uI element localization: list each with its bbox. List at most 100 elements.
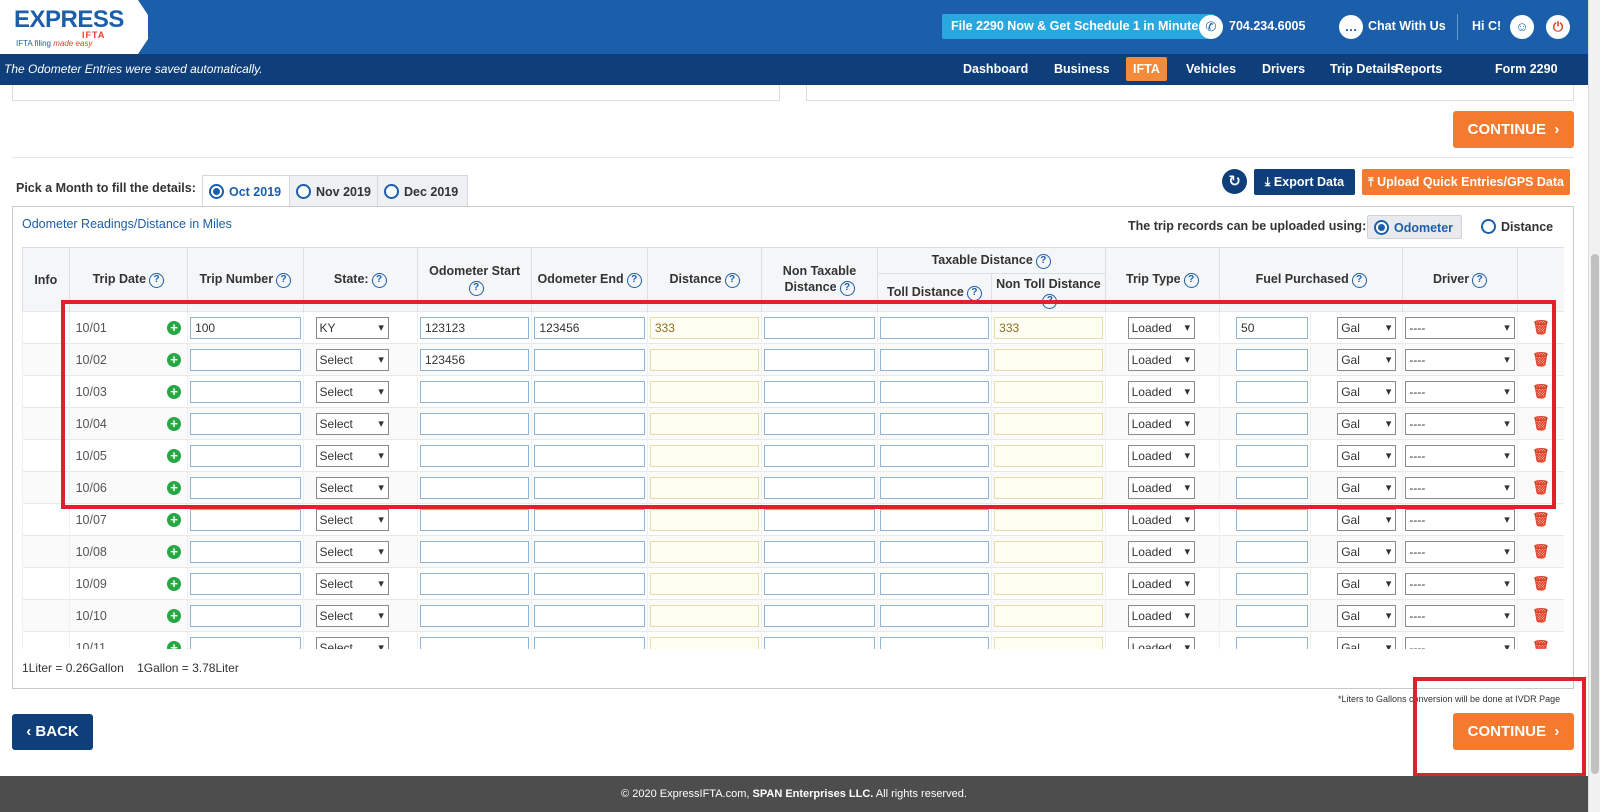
help-icon[interactable]: ? [966,286,982,301]
help-icon[interactable]: ? [1472,273,1488,288]
trip-number-input[interactable] [190,636,301,649]
odometer-end-input[interactable] [534,540,645,563]
nav-reports[interactable]: Reports [1388,57,1449,81]
odometer-end-input[interactable] [534,604,645,627]
trip-number-input[interactable] [190,444,301,467]
state-select[interactable]: Select [315,412,389,435]
odometer-end-input[interactable] [534,636,645,649]
trip-number-input[interactable] [190,476,301,499]
trip-number-input[interactable] [190,348,301,371]
fuel-unit-select[interactable]: Gal [1337,348,1397,371]
trip-type-select[interactable]: Loaded [1127,476,1196,499]
non-taxable-input[interactable] [764,444,875,467]
delete-trip-icon[interactable]: 🗑 [1516,503,1564,536]
non-toll-distance-input[interactable] [994,476,1103,499]
fuel-unit-select[interactable]: Gal [1337,316,1397,339]
distance-input[interactable] [649,572,760,595]
fuel-purchased-input[interactable] [1236,572,1309,595]
odometer-start-input[interactable] [419,412,530,435]
odometer-end-input[interactable] [534,444,645,467]
odometer-start-input[interactable] [419,636,530,649]
upload-quick-entries-button[interactable]: ⤒ Upload Quick Entries/GPS Data [1362,169,1570,195]
scrollbar-thumb[interactable] [1591,254,1599,774]
mode-odometer-radio[interactable]: Odometer [1367,215,1463,239]
driver-select[interactable]: ---- [1405,412,1515,435]
non-taxable-input[interactable] [764,604,875,627]
trip-table-scroll[interactable]: Info Trip Date? Trip Number? State:? Odo… [22,247,1564,649]
trip-type-select[interactable]: Loaded [1127,316,1196,339]
fuel-purchased-input[interactable] [1236,412,1309,435]
fuel-purchased-input[interactable] [1236,380,1309,403]
state-select[interactable]: Select [315,636,389,649]
toll-distance-input[interactable] [879,380,990,403]
non-toll-distance-input[interactable] [994,380,1103,403]
add-trip-icon[interactable]: + [167,480,182,495]
help-icon[interactable]: ? [1351,273,1367,288]
non-toll-distance-input[interactable] [994,412,1103,435]
odometer-end-input[interactable] [534,348,645,371]
distance-input[interactable] [649,604,760,627]
tab-dec-2019[interactable]: Dec 2019 [377,175,469,207]
trip-number-input[interactable] [190,604,301,627]
toll-distance-input[interactable] [879,412,990,435]
non-toll-distance-input[interactable] [994,348,1103,371]
add-trip-icon[interactable]: + [167,352,182,367]
non-toll-distance-input[interactable] [994,444,1103,467]
delete-trip-icon[interactable]: 🗑 [1516,343,1564,376]
odometer-start-input[interactable] [419,508,530,531]
trip-type-select[interactable]: Loaded [1127,444,1196,467]
distance-input[interactable] [649,412,760,435]
distance-input[interactable] [649,540,760,563]
fuel-purchased-input[interactable] [1236,444,1309,467]
state-select[interactable]: Select [315,444,389,467]
fuel-purchased-input[interactable] [1236,476,1309,499]
driver-select[interactable]: ---- [1405,316,1515,339]
add-trip-icon[interactable]: + [167,608,182,623]
non-taxable-input[interactable] [764,412,875,435]
distance-input[interactable]: 333 [649,316,760,339]
toll-distance-input[interactable] [879,508,990,531]
driver-select[interactable]: ---- [1405,380,1515,403]
expressifta-logo[interactable]: EXPRESS IFTA IFTA filing made easy [0,0,148,54]
odometer-end-input[interactable] [534,508,645,531]
add-trip-icon[interactable]: + [167,448,182,463]
non-toll-distance-input[interactable] [994,604,1103,627]
state-select[interactable]: Select [315,572,389,595]
trip-type-select[interactable]: Loaded [1127,380,1196,403]
delete-trip-icon[interactable]: 🗑 [1516,407,1564,440]
trip-number-input[interactable]: 100 [190,316,301,339]
state-select[interactable]: Select [315,476,389,499]
state-select[interactable]: Select [315,540,389,563]
add-trip-icon[interactable]: + [167,544,182,559]
non-taxable-input[interactable] [764,636,875,649]
phone-number[interactable]: 704.234.6005 [1229,19,1305,33]
toll-distance-input[interactable] [879,444,990,467]
odometer-start-input[interactable] [419,572,530,595]
power-logout-icon[interactable]: ⏻ [1546,15,1570,39]
trip-number-input[interactable] [190,540,301,563]
add-trip-icon[interactable]: + [167,576,182,591]
fuel-purchased-input[interactable] [1236,636,1309,649]
odometer-end-input[interactable]: 123456 [534,316,645,339]
non-taxable-input[interactable] [764,508,875,531]
export-data-button[interactable]: ⤓ Export Data [1254,169,1355,195]
non-taxable-input[interactable] [764,476,875,499]
nav-business[interactable]: Business [1047,57,1117,81]
state-select[interactable]: Select [315,380,389,403]
driver-select[interactable]: ---- [1405,604,1515,627]
trip-number-input[interactable] [190,380,301,403]
help-icon[interactable]: ? [149,273,165,288]
nav-form-2290[interactable]: Form 2290 [1488,57,1565,81]
non-toll-distance-input[interactable] [994,572,1103,595]
state-select[interactable]: KY [315,316,389,339]
promo-2290-button[interactable]: File 2290 Now & Get Schedule 1 in Minute… [942,14,1215,39]
add-trip-icon[interactable]: + [167,320,182,335]
trip-number-input[interactable] [190,508,301,531]
odometer-start-input[interactable] [419,380,530,403]
non-taxable-input[interactable] [764,316,875,339]
delete-trip-icon[interactable]: 🗑 [1516,567,1564,600]
refresh-icon[interactable]: ↻ [1222,169,1247,194]
odometer-start-input[interactable]: 123456 [419,348,530,371]
toll-distance-input[interactable] [879,540,990,563]
fuel-unit-select[interactable]: Gal [1337,412,1397,435]
